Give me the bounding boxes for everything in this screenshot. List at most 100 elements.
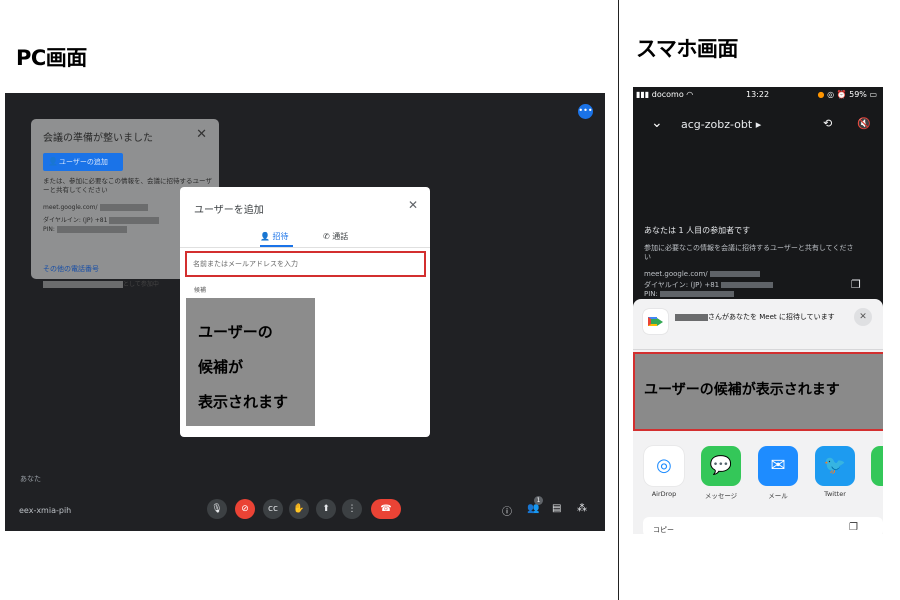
pc-screen-heading: PC画面	[16, 46, 87, 70]
messages-icon: 💬	[701, 446, 741, 486]
meet-url-prefix: meet.google.com/	[644, 270, 708, 278]
candidates-label: 候補	[194, 287, 207, 294]
dial-in-text: ダイヤルイン: (JP) +81	[644, 281, 720, 289]
vertical-divider	[618, 0, 619, 600]
add-user-button-label: ユーザーの追加	[59, 158, 108, 166]
meeting-code: eex-xmia-pih	[19, 506, 72, 515]
close-icon[interactable]: ✕	[196, 127, 207, 142]
activities-icon[interactable]: ⁂	[577, 503, 587, 514]
dial-in-line: ダイヤルイン: (JP) +81	[43, 215, 160, 224]
share-app-mail[interactable]: ✉ メール	[758, 446, 798, 500]
meet-url-line: meet.google.com/	[43, 204, 148, 211]
status-time: 13:22	[746, 90, 770, 99]
copy-action-row[interactable]: コピー ❐	[643, 517, 883, 534]
pin-text: PIN:	[644, 290, 658, 298]
add-user-dialog: ユーザーを追加 ✕ 👤 招待 ✆ 通話 候補 ユーザーの 候補が 表示されます	[180, 187, 430, 437]
share-divider	[633, 349, 883, 350]
person-add-icon: 👤	[48, 157, 58, 166]
copy-label: コピー	[653, 526, 674, 534]
battery-level: 59%	[849, 90, 867, 99]
more-options-icon[interactable]: •••	[578, 104, 593, 119]
battery-icon: ▭	[869, 90, 877, 99]
person-add-icon: 👤	[260, 232, 270, 241]
meet-url-prefix: meet.google.com/	[43, 204, 98, 211]
wifi-icon: ◠	[686, 90, 694, 99]
candidates-text-line1: ユーザーの	[198, 323, 273, 341]
copy-icon: ❐	[849, 522, 858, 533]
tab-call[interactable]: ✆ 通話	[323, 231, 348, 242]
status-bar: ▮▮▮ docomo ◠ 13:22 ● ◎ ⏰ 59% ▭	[633, 87, 883, 104]
airdrop-icon: ◎	[644, 446, 684, 486]
redacted-mask	[659, 291, 734, 297]
captions-icon[interactable]: cc	[263, 499, 283, 519]
candidates-text: ユーザーの候補が表示されます	[644, 382, 840, 398]
present-screen-icon[interactable]: ⬆	[316, 499, 336, 519]
google-meet-logo-icon	[643, 309, 668, 334]
carrier-name: docomo	[651, 90, 684, 99]
raise-hand-icon[interactable]: ✋	[289, 499, 309, 519]
name-or-email-input[interactable]	[185, 251, 426, 277]
ready-panel-title: 会議の準備が整いました	[43, 133, 153, 144]
meeting-code-button[interactable]: acg-zobz-obt ▸	[681, 118, 761, 131]
close-icon[interactable]: ✕	[854, 308, 872, 326]
carrier-signal: ▮▮▮ docomo ◠	[636, 90, 693, 99]
candidates-text-line2: 候補が	[198, 358, 244, 376]
close-icon[interactable]: ✕	[408, 198, 418, 212]
share-app-twitter[interactable]: 🐦 Twitter	[815, 446, 855, 498]
dial-in-line: ダイヤルイン: (JP) +81	[644, 280, 774, 290]
end-call-button[interactable]: ☎	[371, 499, 401, 519]
mail-icon: ✉	[758, 446, 798, 486]
candidates-text-line3: 表示されます	[198, 393, 289, 411]
chevron-down-icon[interactable]: ⌄	[651, 115, 663, 131]
pin-line: PIN:	[644, 290, 734, 298]
mic-in-use-icon: ●	[817, 90, 825, 99]
switch-camera-icon[interactable]: ⟲	[823, 117, 832, 130]
redacted-mask	[109, 217, 160, 224]
meet-url-line: meet.google.com/	[644, 270, 760, 278]
mic-icon[interactable]: 🎙	[207, 499, 227, 519]
joined-as-line: として参加中	[43, 279, 159, 288]
pin-line: PIN:	[43, 226, 127, 233]
speaker-off-icon[interactable]: 🔇	[857, 117, 871, 130]
smartphone-screen-heading: スマホ画面	[636, 37, 738, 61]
redacted-mask	[43, 281, 123, 288]
people-count-badge: 1	[534, 496, 543, 505]
add-user-button[interactable]: 👤 ユーザーの追加	[43, 153, 123, 171]
dial-in-text: ダイヤルイン: (JP) +81	[43, 217, 108, 224]
tab-call-label: 通話	[332, 232, 349, 241]
pin-text: PIN:	[43, 226, 55, 233]
other-phone-numbers-link[interactable]: その他の電話番号	[43, 264, 99, 274]
smartphone-meet-screen: ▮▮▮ docomo ◠ 13:22 ● ◎ ⏰ 59% ▭ ⌄ acg-zob…	[633, 87, 883, 534]
meeting-code: acg-zobz-obt	[681, 118, 753, 131]
participant-count-text: あなたは 1 人目の参加者です	[644, 226, 751, 235]
chat-icon[interactable]: ▤	[552, 503, 561, 514]
dialog-title: ユーザーを追加	[194, 205, 264, 216]
more-vert-icon[interactable]: ⋮	[342, 499, 362, 519]
share-app-airdrop[interactable]: ◎ AirDrop	[644, 446, 684, 498]
share-app-row: ◎ AirDrop 💬 メッセージ ✉ メール 🐦 Twitter ●	[633, 446, 883, 506]
self-tile-label: あなた	[20, 475, 41, 483]
tab-invite-label: 招待	[272, 232, 289, 241]
info-icon[interactable]: ⓘ	[502, 503, 512, 518]
joined-suffix: として参加中	[123, 281, 159, 288]
join-info-description: 参加に必要なこの情報を会議に招待するユーザーと共有してください	[644, 244, 854, 261]
app-label: Twitter	[824, 490, 846, 498]
meet-topbar: ⌄ acg-zobz-obt ▸ ⟲ 🔇	[633, 115, 883, 137]
phone-icon: ✆	[323, 232, 330, 241]
invite-message: さんがあなたを Meet に招待しています	[675, 313, 840, 321]
redacted-mask	[709, 271, 760, 277]
share-app-partial[interactable]: ●	[871, 446, 883, 486]
redacted-mask	[99, 204, 148, 211]
status-right: ● ◎ ⏰ 59% ▭	[817, 90, 877, 99]
app-icon-partial: ●	[871, 446, 883, 486]
candidates-placeholder-box: ユーザーの候補が表示されます	[633, 352, 883, 431]
twitter-icon: 🐦	[815, 446, 855, 486]
camera-off-icon[interactable]: ⊘	[235, 499, 255, 519]
copy-icon[interactable]: ❐	[851, 278, 861, 291]
redacted-mask	[721, 282, 774, 288]
candidates-placeholder-box: ユーザーの 候補が 表示されます	[186, 298, 315, 426]
share-app-messages[interactable]: 💬 メッセージ	[701, 446, 741, 500]
app-label: メール	[768, 492, 788, 500]
tab-invite[interactable]: 👤 招待	[260, 231, 289, 242]
chevron-right-icon: ▸	[755, 118, 762, 131]
